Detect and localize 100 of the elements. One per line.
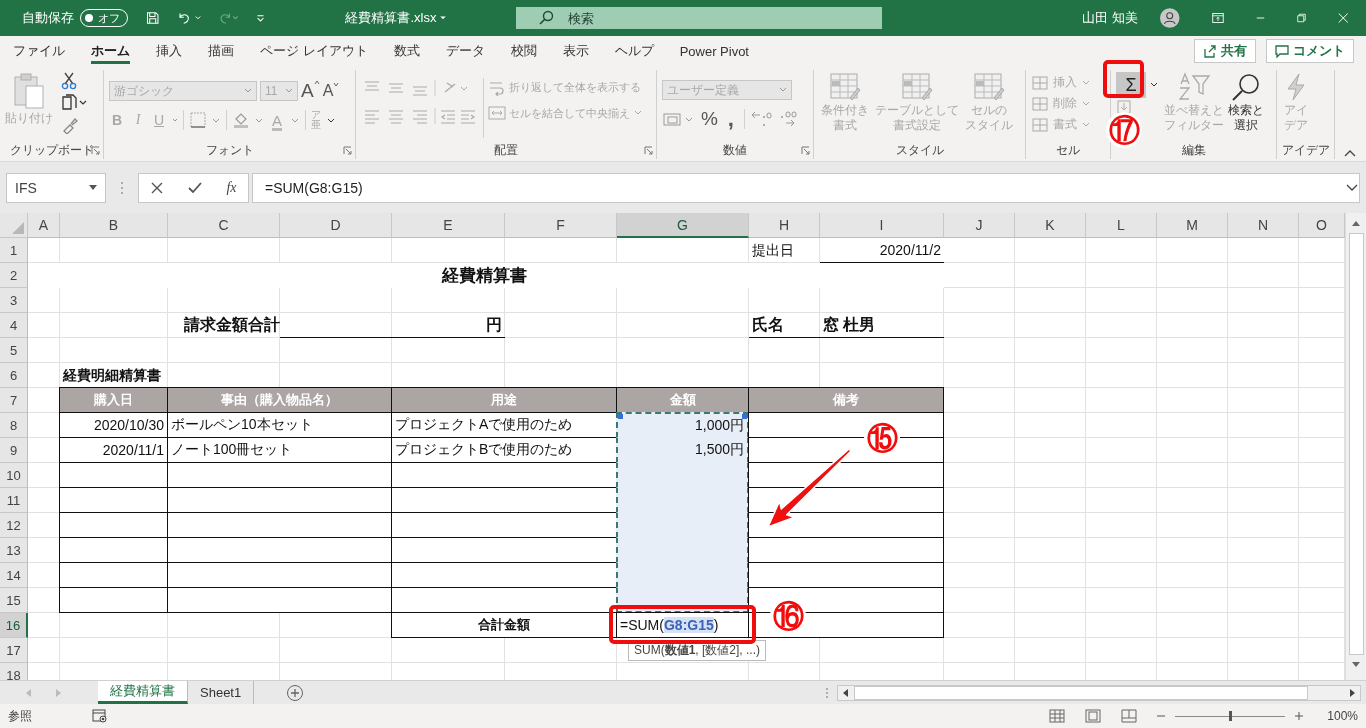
zoom-out-icon[interactable] xyxy=(1157,712,1166,720)
table-format-icon xyxy=(900,72,934,102)
row-header[interactable]: 18 xyxy=(0,663,28,680)
dialog-launcher-icon[interactable] xyxy=(644,146,653,155)
column-header[interactable]: B xyxy=(60,213,168,238)
row-header[interactable]: 6 xyxy=(0,363,28,388)
name-box[interactable]: IFS xyxy=(6,172,106,203)
ribbon-tab[interactable]: 校閲 xyxy=(510,38,537,64)
column-header[interactable]: D xyxy=(280,213,392,238)
zoom-in-icon[interactable] xyxy=(1295,712,1304,720)
column-header[interactable]: J xyxy=(944,213,1015,238)
column-header[interactable]: E xyxy=(392,213,505,238)
add-sheet-icon[interactable] xyxy=(286,683,305,702)
column-header[interactable]: O xyxy=(1299,213,1345,238)
row-header[interactable]: 1 xyxy=(0,238,28,263)
ribbon-tab[interactable]: Power Pivot xyxy=(679,38,749,64)
borders-icon[interactable] xyxy=(189,111,221,129)
cancel-icon[interactable] xyxy=(150,180,165,195)
caret-icon[interactable] xyxy=(440,15,447,21)
formula-input[interactable]: =SUM(G8:G15) xyxy=(252,172,1360,203)
dialog-launcher-icon[interactable] xyxy=(91,146,100,155)
ribbon-display-icon[interactable] xyxy=(1211,11,1224,25)
group-label: 編集 xyxy=(1181,141,1206,159)
scrollbar-thumb[interactable] xyxy=(854,685,1308,700)
ribbon-tab[interactable]: 表示 xyxy=(562,38,589,64)
scroll-left-icon[interactable] xyxy=(842,687,850,698)
dialog-launcher-icon[interactable] xyxy=(801,146,810,155)
row-header[interactable]: 11 xyxy=(0,488,28,513)
column-header[interactable]: L xyxy=(1086,213,1157,238)
table-icon xyxy=(1031,74,1049,91)
row-header[interactable]: 17 xyxy=(0,638,28,663)
column-header[interactable]: I xyxy=(820,213,944,238)
row-header[interactable]: 14 xyxy=(0,563,28,588)
ribbon-tab[interactable]: データ xyxy=(445,38,485,64)
ribbon-tab[interactable]: ヘルプ xyxy=(614,38,654,64)
percent-button[interactable]: % xyxy=(701,108,718,130)
row-header[interactable]: 13 xyxy=(0,538,28,563)
zoom-level[interactable]: 100% xyxy=(1327,709,1358,723)
column-header[interactable]: K xyxy=(1015,213,1086,238)
restore-icon[interactable] xyxy=(1296,12,1306,24)
ribbon-tab[interactable]: 描画 xyxy=(208,38,234,64)
save-icon[interactable] xyxy=(146,9,160,27)
ribbon-tab[interactable]: ファイル xyxy=(13,38,65,64)
row-header[interactable]: 5 xyxy=(0,338,28,363)
row-header[interactable]: 2 xyxy=(0,263,28,288)
fill-down-icon[interactable] xyxy=(1116,100,1134,114)
column-header[interactable]: A xyxy=(28,213,60,238)
grow-font-button[interactable]: A xyxy=(301,80,320,102)
search-field[interactable]: 検索 xyxy=(516,7,883,29)
scroll-right-icon[interactable] xyxy=(1348,687,1356,698)
sort-filter-icon xyxy=(1177,72,1211,102)
insert-function-button[interactable]: fx xyxy=(226,179,237,196)
column-header[interactable]: F xyxy=(505,213,617,238)
dialog-launcher-icon[interactable] xyxy=(343,146,352,155)
drag-handle-icon[interactable] xyxy=(825,686,829,699)
horizontal-scrollbar[interactable] xyxy=(837,684,1361,701)
vertical-scrollbar[interactable] xyxy=(1345,213,1366,680)
comment-button[interactable]: コメント xyxy=(1266,39,1354,63)
sheet-tab[interactable]: Sheet1 xyxy=(188,680,255,704)
ribbon-tab[interactable]: 数式 xyxy=(393,38,420,64)
column-header[interactable]: C xyxy=(168,213,280,238)
avatar-icon[interactable] xyxy=(1160,5,1180,31)
scroll-up-icon[interactable] xyxy=(1351,219,1361,227)
ribbon-tab[interactable]: ページ レイアウト xyxy=(260,38,368,64)
page-layout-icon[interactable] xyxy=(1085,709,1102,723)
row-header[interactable]: 3 xyxy=(0,288,28,313)
close-icon[interactable] xyxy=(1337,11,1348,25)
row-header[interactable]: 4 xyxy=(0,313,28,338)
collapse-ribbon-icon[interactable] xyxy=(1344,149,1356,157)
fill-color-icon[interactable] xyxy=(232,111,264,129)
ribbon-tab[interactable]: 挿入 xyxy=(156,38,182,64)
row-header[interactable]: 10 xyxy=(0,463,28,488)
sheet-tab[interactable]: 経費精算書 xyxy=(98,680,188,704)
page-break-icon[interactable] xyxy=(1121,709,1138,723)
expand-icon[interactable] xyxy=(1346,184,1358,192)
column-header[interactable]: H xyxy=(749,213,820,238)
copy-icon[interactable] xyxy=(61,94,87,112)
scroll-down-icon[interactable] xyxy=(1351,661,1361,669)
row-header[interactable]: 7 xyxy=(0,388,28,413)
column-header[interactable]: G xyxy=(617,213,749,238)
shrink-font-button[interactable]: A xyxy=(322,82,340,100)
find-select-button[interactable]: 検索と 選択 xyxy=(1228,72,1264,133)
scissors-icon[interactable] xyxy=(61,72,77,90)
file-name[interactable]: 経費精算書.xlsx xyxy=(345,9,437,27)
row-header[interactable]: 15 xyxy=(0,588,28,613)
row-header[interactable]: 16 xyxy=(0,613,28,638)
normal-view-icon[interactable] xyxy=(1049,709,1066,723)
customize-icon[interactable] xyxy=(256,12,266,24)
row-header[interactable]: 9 xyxy=(0,438,28,463)
drag-handle-icon[interactable] xyxy=(120,180,124,195)
check-icon[interactable] xyxy=(187,180,204,195)
column-header[interactable]: N xyxy=(1228,213,1299,238)
column-header[interactable]: M xyxy=(1157,213,1228,238)
row-header[interactable]: 12 xyxy=(0,513,28,538)
user-name[interactable]: 山田 知美 xyxy=(1082,9,1139,27)
macro-record-icon[interactable] xyxy=(92,709,108,723)
share-button[interactable]: 共有 xyxy=(1194,39,1256,63)
cell-editor[interactable]: =SUM(G8:G15) xyxy=(616,612,749,638)
row-header[interactable]: 8 xyxy=(0,413,28,438)
scrollbar-thumb[interactable] xyxy=(1348,233,1364,655)
